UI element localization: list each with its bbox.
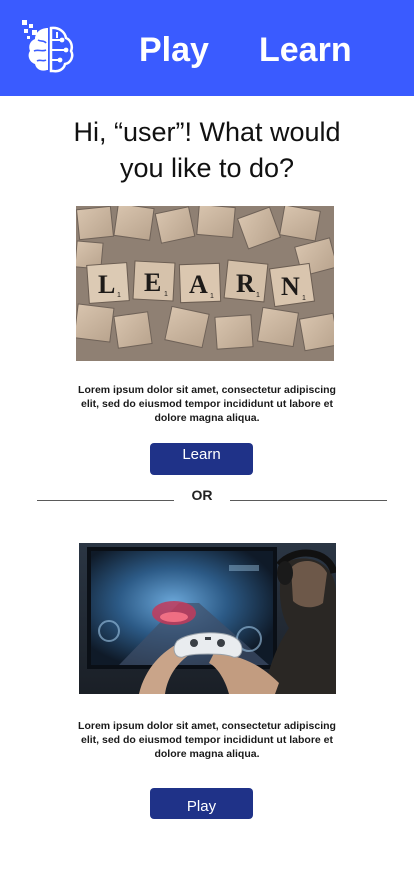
- brain-logo-icon[interactable]: [20, 18, 80, 78]
- svg-text:N: N: [281, 272, 300, 301]
- page-title-line-2: you like to do?: [119, 153, 295, 183]
- svg-text:R: R: [236, 269, 255, 298]
- divider-line-right: [230, 500, 387, 501]
- nav-play-link[interactable]: Play: [139, 30, 209, 70]
- svg-text:1: 1: [117, 292, 121, 299]
- svg-text:1: 1: [256, 292, 260, 299]
- nav-learn-link[interactable]: Learn: [259, 30, 352, 70]
- svg-text:1: 1: [302, 295, 306, 302]
- play-image: [79, 543, 336, 694]
- divider-line-left: [37, 500, 174, 501]
- or-divider-label: OR: [191, 487, 213, 503]
- learn-description-text: Lorem ipsum dolor sit amet, consectetur …: [78, 384, 336, 424]
- app-header: Play Learn: [0, 0, 414, 96]
- svg-text:1: 1: [164, 291, 168, 298]
- learn-button[interactable]: Learn: [150, 443, 253, 475]
- play-description: Lorem ipsum dolor sit amet, consectetur …: [0, 719, 414, 761]
- learn-image: L E A R N 1 1 1 1 1: [76, 206, 334, 361]
- svg-text:L: L: [98, 270, 115, 299]
- svg-text:A: A: [189, 270, 208, 299]
- learn-description: Lorem ipsum dolor sit amet, consectetur …: [0, 383, 414, 425]
- page-title: Hi, “user”! What would you like to do?: [0, 114, 414, 186]
- svg-text:1: 1: [210, 293, 214, 300]
- play-button[interactable]: Play: [150, 788, 253, 819]
- play-description-text: Lorem ipsum dolor sit amet, consectetur …: [78, 720, 336, 760]
- page-title-line-1: Hi, “user”! What would: [73, 117, 341, 147]
- svg-text:E: E: [144, 268, 161, 297]
